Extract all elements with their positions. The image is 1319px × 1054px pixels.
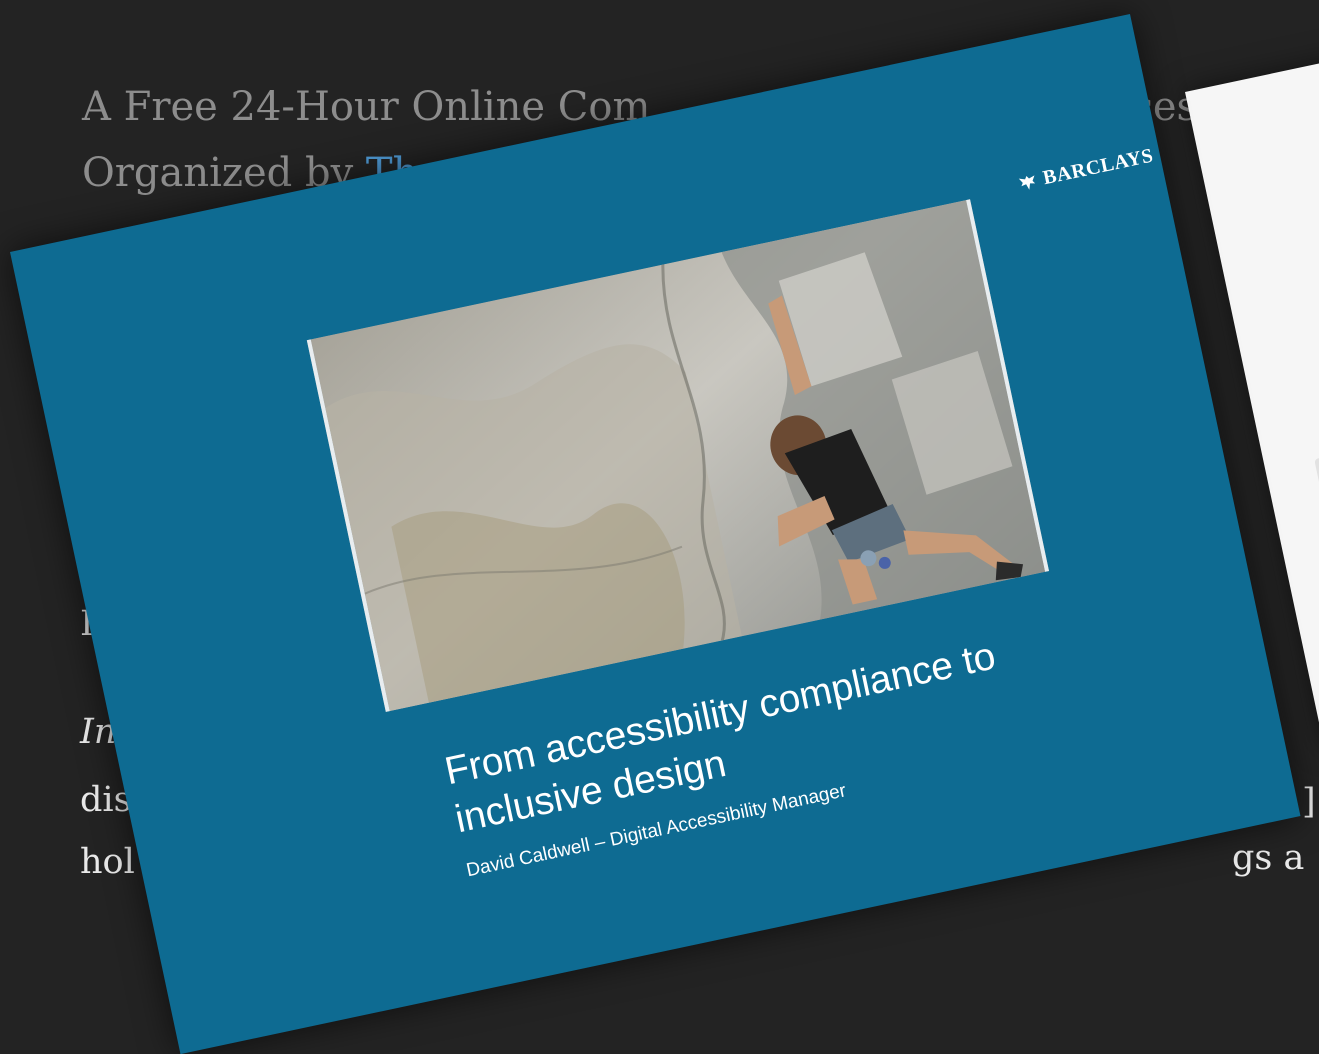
body-text-fragment: gs a xyxy=(1232,838,1305,878)
body-text-fragment: ] xyxy=(1302,782,1316,822)
body-text-fragment: hol xyxy=(80,842,135,882)
rock-climber-photo xyxy=(306,199,1050,712)
slide-content-blur xyxy=(1314,450,1319,499)
barclays-logo: BARCLAYS xyxy=(1016,144,1156,195)
barclays-eagle-icon xyxy=(1018,174,1036,190)
brand-name: BARCLAYS xyxy=(1041,144,1156,190)
